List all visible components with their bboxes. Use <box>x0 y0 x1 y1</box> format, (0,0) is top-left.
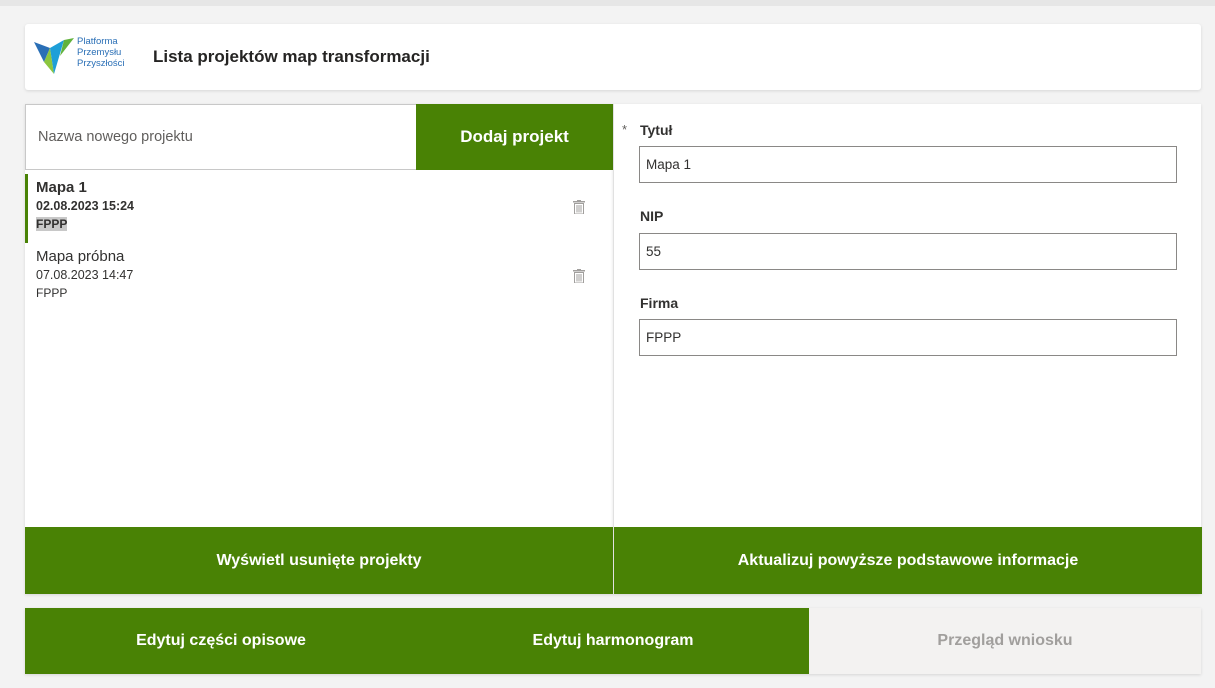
new-project-name-input[interactable] <box>25 104 416 170</box>
project-details-panel: * Tytuł NIP Firma Aktualizuj powyższe po… <box>613 104 1202 594</box>
nip-field[interactable] <box>639 233 1177 270</box>
title-label: Tytuł <box>640 122 673 138</box>
top-border <box>0 0 1215 6</box>
required-mark: * <box>622 122 628 137</box>
project-list: Mapa 1 02.08.2023 15:24 FPPP Mapa próbna… <box>25 174 613 312</box>
project-company: FPPP <box>36 286 68 300</box>
logo-icon <box>34 38 74 74</box>
company-label: Firma <box>640 295 679 311</box>
app-header: Platforma Przemysłu Przyszłości Lista pr… <box>25 24 1201 90</box>
trash-icon[interactable] <box>573 200 585 214</box>
project-name: Mapa próbna <box>36 248 125 265</box>
project-company: FPPP <box>36 217 68 231</box>
project-name: Mapa 1 <box>36 179 87 196</box>
trash-icon[interactable] <box>573 269 585 283</box>
title-field[interactable] <box>639 146 1177 183</box>
company-field[interactable] <box>639 319 1177 356</box>
logo: Platforma Przemysłu Przyszłości <box>34 36 144 78</box>
edit-descriptive-parts-button[interactable]: Edytuj części opisowe <box>25 608 417 674</box>
page-title: Lista projektów map transformacji <box>153 47 430 66</box>
add-project-button[interactable]: Dodaj projekt <box>416 104 613 170</box>
logo-line: Przyszłości <box>77 58 125 69</box>
project-date: 02.08.2023 15:24 <box>36 199 135 213</box>
show-deleted-projects-button[interactable]: Wyświetl usunięte projekty <box>25 527 613 594</box>
review-application-button: Przegląd wniosku <box>809 608 1201 674</box>
edit-schedule-button[interactable]: Edytuj harmonogram <box>417 608 809 674</box>
nip-label: NIP <box>640 208 664 224</box>
bottom-action-bar: Edytuj części opisowe Edytuj harmonogram… <box>25 608 1201 674</box>
logo-line: Przemysłu <box>77 47 122 58</box>
logo-text: Platforma Przemysłu Przyszłości <box>77 36 125 69</box>
project-date: 07.08.2023 14:47 <box>36 268 134 282</box>
project-list-panel: Dodaj projekt Mapa 1 02.08.2023 15:24 FP… <box>25 104 613 594</box>
logo-line: Platforma <box>77 36 118 47</box>
project-list-item[interactable]: Mapa próbna 07.08.2023 14:47 FPPP <box>25 243 613 312</box>
update-basic-info-button[interactable]: Aktualizuj powyższe podstawowe informacj… <box>614 527 1202 594</box>
project-list-item[interactable]: Mapa 1 02.08.2023 15:24 FPPP <box>25 174 613 243</box>
